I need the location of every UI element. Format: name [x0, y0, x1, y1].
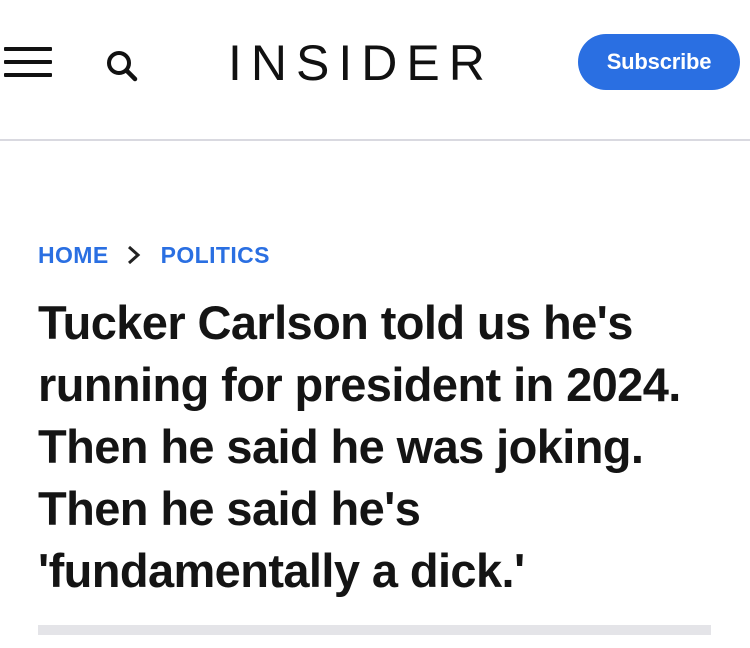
search-icon[interactable] [102, 46, 142, 86]
subscribe-button[interactable]: Subscribe [578, 34, 740, 90]
search-icon-glyph [107, 51, 138, 82]
hamburger-menu-icon[interactable] [4, 45, 52, 79]
menu-bar [4, 60, 52, 64]
content-divider [38, 625, 711, 635]
site-logo[interactable]: INSIDER [228, 35, 494, 91]
site-header: INSIDER Subscribe [0, 0, 750, 141]
article-headline: Tucker Carlson told us he's running for … [38, 296, 681, 597]
breadcrumb: HOME POLITICS [38, 238, 270, 272]
chevron-right-icon [109, 238, 161, 272]
menu-bar [4, 47, 52, 51]
breadcrumb-politics-link[interactable]: POLITICS [161, 242, 270, 269]
breadcrumb-home-link[interactable]: HOME [38, 242, 109, 269]
menu-bar [4, 73, 52, 77]
